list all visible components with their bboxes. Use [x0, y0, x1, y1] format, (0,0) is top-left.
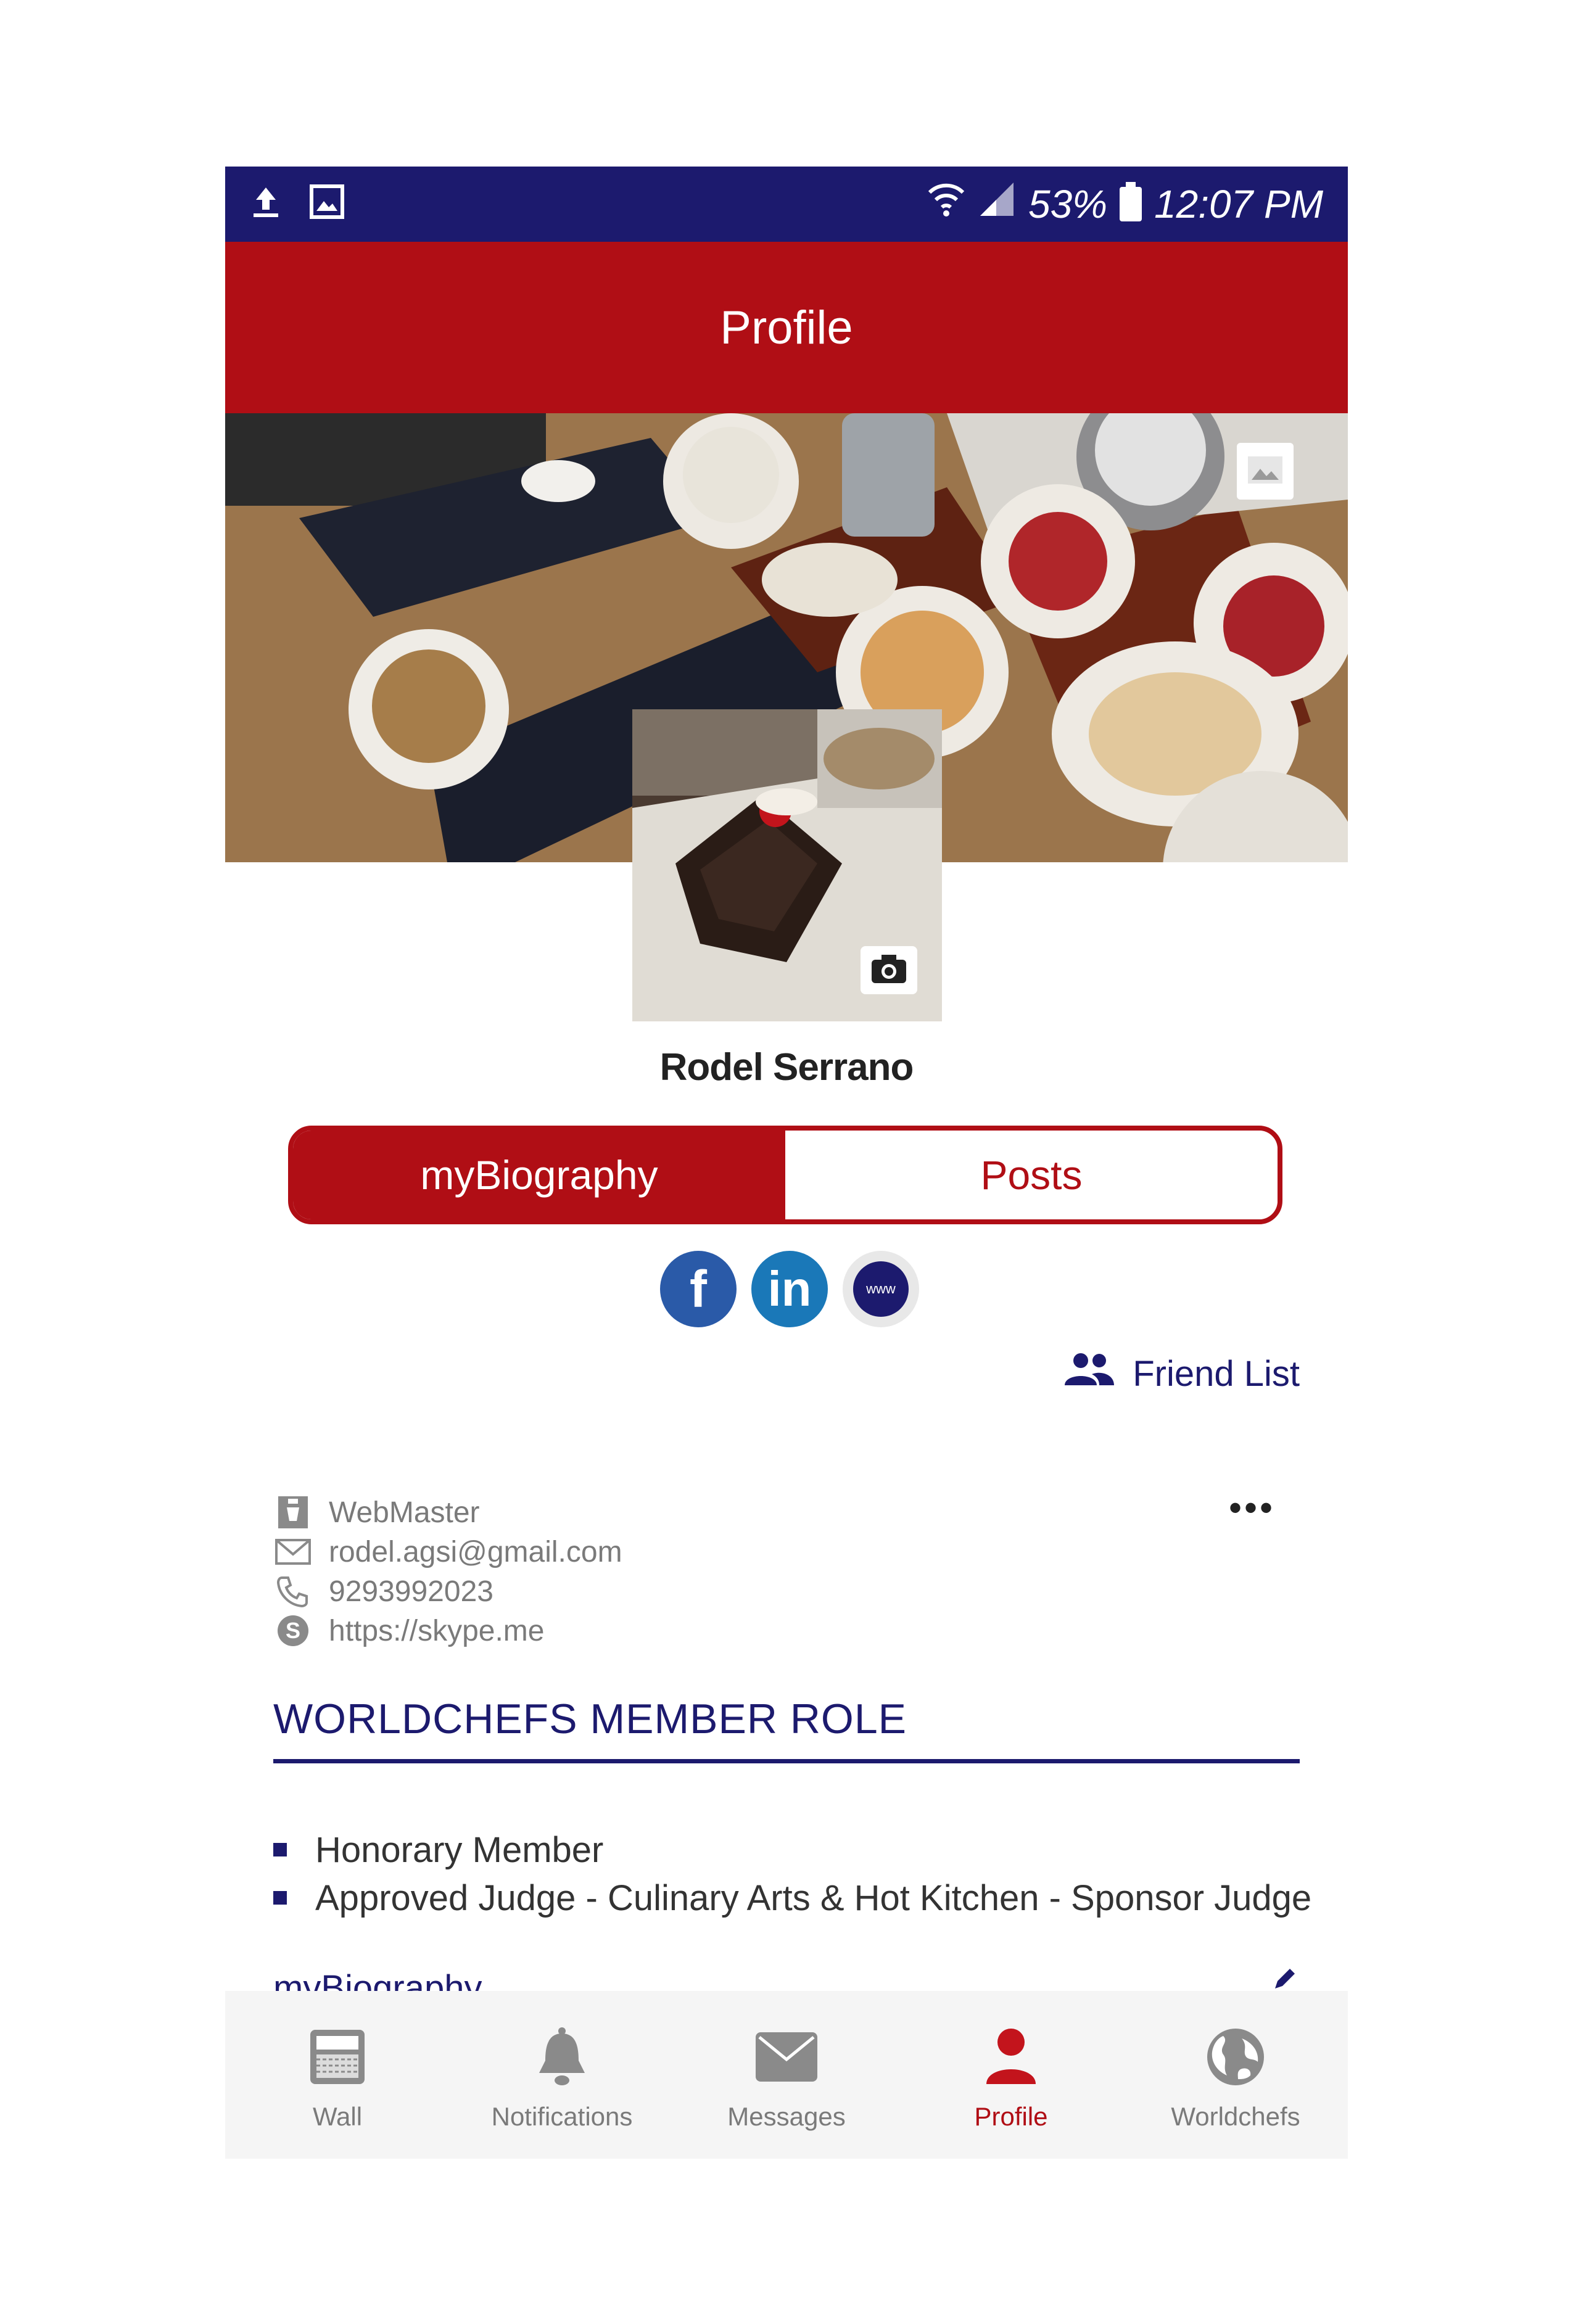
- friend-list-link[interactable]: Friend List: [1063, 1351, 1300, 1396]
- avatar[interactable]: [632, 709, 942, 1021]
- bottom-navigation: Wall Notifications Messages Profile Worl…: [225, 1991, 1348, 2159]
- facebook-icon[interactable]: f: [660, 1251, 737, 1327]
- nav-wall[interactable]: Wall: [225, 1991, 450, 2159]
- more-options-button[interactable]: •••: [1229, 1486, 1275, 1529]
- member-role-heading: WORLDCHEFS MEMBER ROLE: [273, 1696, 907, 1742]
- nav-notifications[interactable]: Notifications: [450, 1991, 674, 2159]
- envelope-icon: [754, 2023, 819, 2091]
- list-item: Approved Judge - Culinary Arts & Hot Kit…: [273, 1874, 1311, 1922]
- image-notification-icon: [309, 184, 345, 223]
- wall-icon: [308, 2023, 367, 2091]
- phone-screen: 53% 12:07 PM Profile Rodel Serrano myBio…: [225, 167, 1348, 2159]
- nav-label: Profile: [974, 2102, 1048, 2131]
- phone-text[interactable]: 9293992023: [329, 1575, 493, 1609]
- svg-text:S: S: [286, 1618, 300, 1643]
- page-title: Profile: [720, 301, 853, 354]
- linkedin-icon[interactable]: in: [751, 1251, 828, 1327]
- battery-icon: [1120, 181, 1142, 221]
- role-item-text: Approved Judge - Culinary Arts & Hot Kit…: [315, 1877, 1312, 1918]
- contact-skype: S https://skype.me: [273, 1611, 622, 1650]
- friend-list-label: Friend List: [1133, 1353, 1300, 1394]
- website-label: www: [853, 1261, 909, 1317]
- nav-label: Worldchefs: [1171, 2102, 1300, 2131]
- image-icon: [1247, 455, 1284, 488]
- bell-icon: [534, 2023, 590, 2091]
- profile-name: Rodel Serrano: [659, 1046, 914, 1089]
- website-icon[interactable]: www: [843, 1251, 919, 1327]
- contact-info: WebMaster rodel.agsi@gmail.com 929399202…: [273, 1493, 622, 1650]
- bullet-icon: [273, 1891, 287, 1905]
- nav-worldchefs[interactable]: Worldchefs: [1123, 1991, 1348, 2159]
- contact-phone: 9293992023: [273, 1572, 622, 1611]
- signal-icon: [978, 180, 1016, 228]
- status-bar: 53% 12:07 PM: [225, 167, 1348, 242]
- bullet-icon: [273, 1843, 287, 1856]
- contact-email: rodel.agsi@gmail.com: [273, 1532, 622, 1572]
- change-photo-button[interactable]: [861, 946, 917, 994]
- list-item: Honorary Member: [273, 1826, 1311, 1874]
- wifi-icon: [927, 180, 965, 228]
- nav-label: Messages: [727, 2102, 846, 2131]
- badge-icon: [273, 1495, 313, 1530]
- role-text: WebMaster: [329, 1496, 480, 1529]
- member-role-list: Honorary Member Approved Judge - Culinar…: [273, 1826, 1311, 1922]
- upload-icon: [250, 184, 282, 223]
- cover-image-button[interactable]: [1237, 443, 1294, 500]
- app-bar: Profile: [225, 242, 1348, 413]
- profile-tabs: myBiography Posts: [288, 1126, 1282, 1224]
- nav-label: Notifications: [491, 2102, 633, 2131]
- social-links: f in www: [660, 1251, 919, 1327]
- battery-percent: 53%: [1028, 181, 1108, 226]
- skype-text[interactable]: https://skype.me: [329, 1614, 544, 1648]
- mail-icon: [273, 1535, 313, 1569]
- tab-mybiography[interactable]: myBiography: [293, 1131, 785, 1219]
- role-item-text: Honorary Member: [315, 1829, 604, 1870]
- phone-icon: [273, 1574, 313, 1609]
- people-icon: [1063, 1351, 1115, 1396]
- nav-messages[interactable]: Messages: [674, 1991, 899, 2159]
- clock: 12:07 PM: [1154, 181, 1323, 226]
- contact-role: WebMaster: [273, 1493, 622, 1532]
- role-divider: [273, 1759, 1300, 1763]
- camera-icon: [869, 952, 909, 989]
- globe-icon: [1205, 2023, 1266, 2091]
- person-icon: [984, 2023, 1038, 2091]
- tab-posts[interactable]: Posts: [785, 1131, 1278, 1219]
- email-text[interactable]: rodel.agsi@gmail.com: [329, 1535, 622, 1569]
- skype-icon: S: [273, 1613, 313, 1648]
- nav-label: Wall: [312, 2102, 363, 2131]
- nav-profile[interactable]: Profile: [899, 1991, 1123, 2159]
